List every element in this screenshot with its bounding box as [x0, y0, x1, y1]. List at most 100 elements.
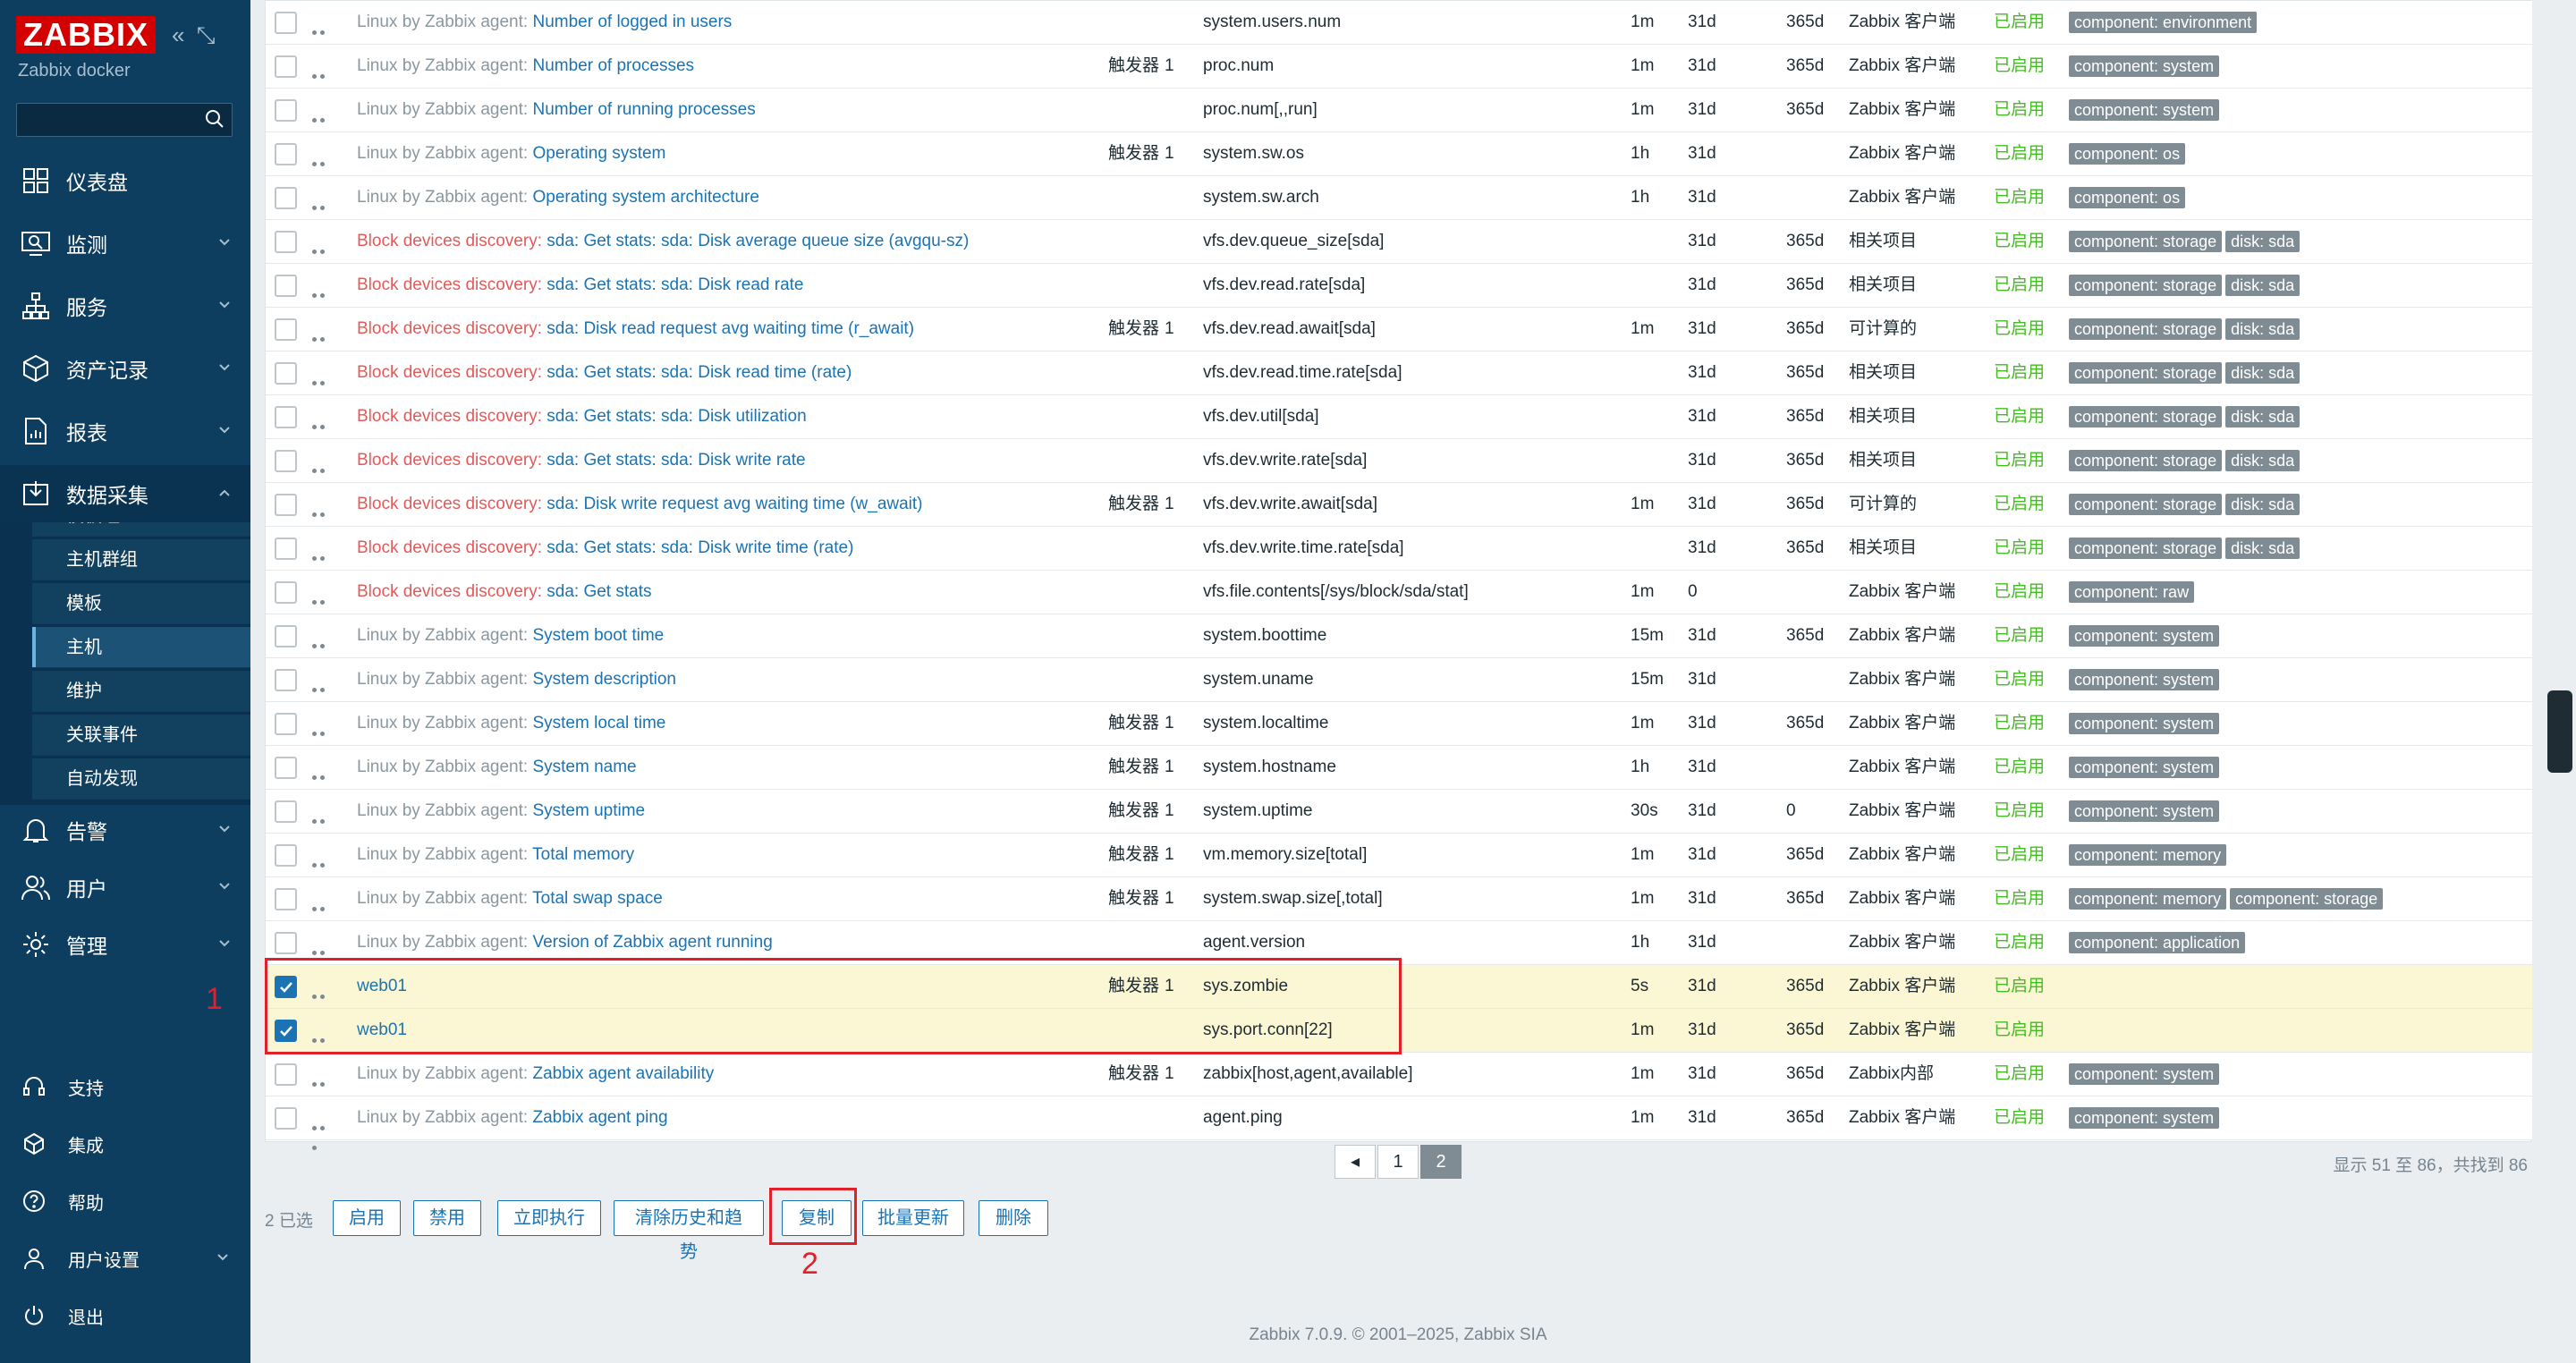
row-menu-icon[interactable]	[312, 459, 335, 493]
template-prefix[interactable]: Linux by Zabbix agent:	[357, 801, 532, 820]
item-name-link[interactable]: Zabbix agent ping	[532, 1108, 667, 1127]
triggers-link[interactable]: 触发器	[1108, 56, 1159, 75]
row-menu-icon[interactable]	[312, 722, 335, 756]
clear-history-button[interactable]: 清除历史和趋势	[614, 1200, 764, 1262]
template-prefix[interactable]: Linux by Zabbix agent:	[357, 144, 532, 163]
delete-button[interactable]: 删除	[979, 1200, 1048, 1236]
template-prefix[interactable]: Linux by Zabbix agent:	[357, 889, 532, 908]
template-prefix[interactable]: Linux by Zabbix agent:	[357, 56, 532, 75]
menu-item-inventory[interactable]: 资产记录	[0, 340, 250, 397]
row-checkbox[interactable]	[275, 538, 297, 560]
discovery-rule-link[interactable]: Block devices discovery:	[357, 407, 547, 426]
zabbix-logo[interactable]: ZABBIX	[16, 16, 156, 54]
item-name-link[interactable]: System local time	[532, 714, 665, 732]
item-name-link[interactable]: Total memory	[532, 845, 634, 864]
row-menu-icon[interactable]	[312, 941, 335, 975]
triggers-link[interactable]: 触发器	[1108, 758, 1159, 776]
row-checkbox[interactable]	[275, 450, 297, 472]
item-name-link[interactable]: sda: Disk write request avg waiting time…	[547, 495, 922, 513]
bottom-menu-integrations[interactable]: 集成	[0, 1117, 250, 1171]
template-prefix[interactable]: Linux by Zabbix agent:	[357, 100, 532, 119]
item-status-link[interactable]: 已启用	[1994, 45, 2045, 89]
disable-button[interactable]: 禁用	[413, 1200, 481, 1236]
row-menu-icon[interactable]	[312, 985, 335, 1019]
row-menu-icon[interactable]	[312, 590, 335, 624]
row-checkbox[interactable]	[275, 581, 297, 604]
item-status-link[interactable]: 已启用	[1994, 877, 2045, 921]
row-checkbox[interactable]	[275, 844, 297, 867]
row-menu-icon[interactable]	[312, 1029, 335, 1062]
triggers-link[interactable]: 触发器	[1108, 801, 1159, 820]
template-prefix[interactable]: Linux by Zabbix agent:	[357, 1064, 532, 1083]
submenu-item[interactable]: 关联事件	[32, 715, 250, 756]
row-checkbox[interactable]	[275, 1107, 297, 1130]
discovery-rule-link[interactable]: Block devices discovery:	[357, 538, 547, 557]
row-menu-icon[interactable]	[312, 196, 335, 230]
item-status-link[interactable]: 已启用	[1994, 965, 2045, 1009]
row-checkbox[interactable]	[275, 713, 297, 735]
bottom-menu-help[interactable]: 帮助	[0, 1174, 250, 1228]
item-name-link[interactable]: sda: Disk read request avg waiting time …	[547, 319, 914, 338]
discovery-rule-link[interactable]: Block devices discovery:	[357, 495, 547, 513]
menu-item-bell[interactable]: 告警	[0, 801, 250, 859]
row-menu-icon[interactable]	[312, 853, 335, 887]
row-checkbox[interactable]	[275, 1063, 297, 1086]
discovery-rule-link[interactable]: Block devices discovery:	[357, 363, 547, 382]
row-checkbox[interactable]	[275, 99, 297, 122]
row-checkbox[interactable]	[275, 932, 297, 954]
discovery-rule-link[interactable]: Block devices discovery:	[357, 232, 547, 250]
item-name-link[interactable]: sda: Get stats: sda: Disk utilization	[547, 407, 806, 426]
row-checkbox[interactable]	[275, 669, 297, 691]
item-name-link[interactable]: System name	[532, 758, 636, 776]
template-prefix[interactable]: Linux by Zabbix agent:	[357, 714, 532, 732]
bottom-menu-power[interactable]: 退出	[0, 1289, 250, 1342]
row-checkbox[interactable]	[275, 1020, 297, 1042]
row-menu-icon[interactable]	[312, 152, 335, 186]
row-menu-icon[interactable]	[312, 108, 335, 142]
item-status-link[interactable]: 已启用	[1994, 1009, 2045, 1053]
item-name-link[interactable]: System description	[532, 670, 676, 689]
item-status-link[interactable]: 已启用	[1994, 1, 2045, 45]
submenu-item[interactable]: 自动发现	[32, 758, 250, 800]
kiosk-mode-icon[interactable]: ⤡	[197, 21, 216, 48]
pager-prev-button[interactable]: ◂	[1335, 1145, 1376, 1179]
item-name-link[interactable]: Number of logged in users	[532, 13, 732, 31]
item-status-link[interactable]: 已启用	[1994, 395, 2045, 439]
template-prefix[interactable]: Linux by Zabbix agent:	[357, 1108, 532, 1127]
row-checkbox[interactable]	[275, 976, 297, 998]
page-scrollbar[interactable]	[2544, 0, 2576, 1363]
row-menu-icon[interactable]	[312, 371, 335, 405]
item-name-link[interactable]: Operating system	[532, 144, 665, 163]
menu-item-gear[interactable]: 管理	[0, 916, 250, 973]
item-name-link[interactable]: sda: Get stats: sda: Disk read rate	[547, 275, 803, 294]
item-name-link[interactable]: Total swap space	[532, 889, 663, 908]
row-menu-icon[interactable]	[312, 240, 335, 274]
pager-page-1[interactable]: 1	[1377, 1145, 1419, 1179]
item-status-link[interactable]: 已启用	[1994, 527, 2045, 571]
row-menu-icon[interactable]	[312, 284, 335, 317]
triggers-link[interactable]: 触发器	[1108, 319, 1159, 338]
discovery-rule-link[interactable]: Block devices discovery:	[357, 582, 547, 601]
item-status-link[interactable]: 已启用	[1994, 439, 2045, 483]
item-name-link[interactable]: Number of running processes	[532, 100, 755, 119]
search-icon[interactable]	[205, 109, 225, 129]
item-name-link[interactable]: Version of Zabbix agent running	[532, 933, 772, 952]
row-checkbox[interactable]	[275, 55, 297, 78]
row-checkbox[interactable]	[275, 362, 297, 385]
item-status-link[interactable]: 已启用	[1994, 351, 2045, 395]
item-status-link[interactable]: 已启用	[1994, 132, 2045, 176]
item-status-link[interactable]: 已启用	[1994, 1053, 2045, 1096]
triggers-link[interactable]: 触发器	[1108, 495, 1159, 513]
scrollbar-thumb[interactable]	[2547, 690, 2572, 773]
item-name-link[interactable]: Zabbix agent availability	[532, 1064, 714, 1083]
menu-item-data-collection[interactable]: 数据采集	[0, 465, 250, 522]
row-menu-icon[interactable]	[312, 634, 335, 668]
item-status-link[interactable]: 已启用	[1994, 834, 2045, 877]
row-checkbox[interactable]	[275, 406, 297, 428]
item-status-link[interactable]: 已启用	[1994, 746, 2045, 790]
sidebar-search-input[interactable]	[16, 103, 233, 137]
submenu-item[interactable]: 模板	[32, 583, 250, 624]
row-checkbox[interactable]	[275, 888, 297, 910]
item-status-link[interactable]: 已启用	[1994, 658, 2045, 702]
submenu-item[interactable]: 维护	[32, 671, 250, 712]
